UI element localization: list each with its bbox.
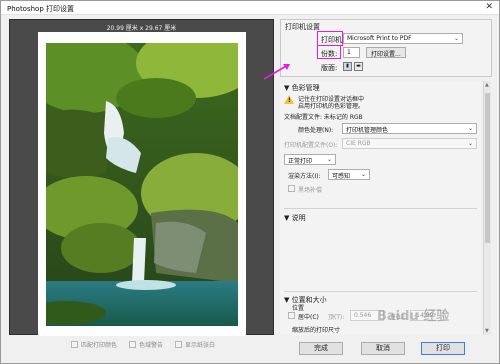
annotation-arrow-icon bbox=[263, 64, 290, 80]
position-size-title[interactable]: ▼ 位置和大小 bbox=[284, 295, 327, 305]
settings-scrollbar[interactable]: ▲ ▼ bbox=[483, 81, 491, 335]
copies-input[interactable]: 1 bbox=[343, 47, 360, 58]
watermark-text: Baidu 经验 bbox=[377, 309, 450, 324]
window-title: Photoshop 打印设置 bbox=[7, 5, 75, 13]
print-button[interactable]: 打印 bbox=[421, 342, 465, 355]
cancel-button[interactable]: 取消 bbox=[361, 342, 405, 355]
waterfall-photo bbox=[46, 43, 238, 326]
print-dialog-window: Photoshop 打印设置 ✕ 20.99 厘米 x 29.67 厘米 匹配打… bbox=[0, 0, 500, 364]
print-settings-button[interactable]: 打印设置... bbox=[366, 47, 406, 58]
scroll-up-icon[interactable]: ▲ bbox=[485, 82, 489, 88]
printer-value: Microsoft Print to PDF bbox=[347, 35, 412, 42]
printer-profile-label: 打印机配置文件(O): bbox=[284, 142, 338, 149]
normal-print-value: 正常打印 bbox=[288, 158, 313, 165]
divider bbox=[284, 291, 477, 292]
landscape-layout-icon[interactable]: ▬ bbox=[354, 62, 363, 71]
printer-settings-title: 打印机设置 bbox=[285, 23, 320, 31]
chevron-down-icon: ⌄ bbox=[453, 35, 459, 42]
color-handling-select[interactable]: 打印机管理颜色 ⌄ bbox=[342, 123, 477, 134]
done-button[interactable]: 完成 bbox=[299, 342, 343, 355]
show-paper-white-option[interactable]: 显示纸张白 bbox=[175, 340, 215, 349]
document-profile-label: 文档配置文件: 未标记的 RGB bbox=[284, 114, 363, 121]
render-intent-value: 可感知 bbox=[332, 173, 351, 180]
layout-label: 版面: bbox=[321, 64, 338, 72]
center-label: 居中(C) bbox=[298, 314, 319, 321]
show-paper-white-label: 显示纸张白 bbox=[185, 342, 216, 349]
chevron-down-icon: ⌄ bbox=[360, 171, 366, 178]
scaled-size-label: 缩放后的打印尺寸 bbox=[292, 327, 341, 334]
match-print-colors-label: 匹配打印颜色 bbox=[81, 342, 118, 349]
gamut-warning-option[interactable]: 色域警告 bbox=[129, 340, 163, 349]
bpc-label: 黑场补偿 bbox=[298, 187, 323, 194]
chevron-down-icon: ⌄ bbox=[467, 125, 473, 132]
scrollbar-thumb[interactable] bbox=[485, 93, 490, 243]
preview-paper bbox=[38, 32, 246, 336]
copies-highlight bbox=[317, 45, 341, 59]
waterfall-image bbox=[46, 43, 238, 326]
color-management-panel: ▼ 色彩管理 ! 记住在打印设置对话框中 启用打印机的色彩管理。 文档配置文件:… bbox=[280, 81, 481, 335]
color-handling-value: 打印机管理颜色 bbox=[346, 127, 389, 134]
position-label: 位置 bbox=[292, 305, 305, 312]
match-print-colors-checkbox[interactable] bbox=[71, 341, 78, 348]
scroll-down-icon[interactable]: ▼ bbox=[485, 328, 489, 334]
chevron-down-icon: ⌄ bbox=[467, 140, 473, 147]
bpc-checkbox[interactable] bbox=[288, 185, 295, 192]
portrait-layout-icon[interactable]: ▮ bbox=[343, 62, 352, 71]
paper-size-label: 20.99 厘米 x 29.67 厘米 bbox=[106, 25, 177, 32]
divider bbox=[284, 208, 477, 209]
gamut-warning-label: 色域警告 bbox=[139, 342, 164, 349]
match-print-colors-option[interactable]: 匹配打印颜色 bbox=[71, 340, 117, 349]
description-title-text: 说明 bbox=[291, 214, 306, 222]
color-handling-label: 颜色处理(N): bbox=[298, 127, 334, 134]
print-preview: 20.99 厘米 x 29.67 厘米 bbox=[9, 19, 274, 336]
title-bar: Photoshop 打印设置 ✕ bbox=[1, 1, 499, 15]
center-checkbox[interactable] bbox=[288, 312, 295, 319]
color-management-title[interactable]: ▼ 色彩管理 bbox=[284, 83, 320, 93]
printer-select[interactable]: Microsoft Print to PDF ⌄ bbox=[343, 33, 463, 44]
render-intent-label: 渲染方法(I): bbox=[288, 173, 321, 180]
printer-settings-panel: 打印机设置 打印机: Microsoft Print to PDF ⌄ 份数: … bbox=[280, 19, 492, 77]
close-icon[interactable]: ✕ bbox=[485, 2, 493, 12]
preview-options: 匹配打印颜色 色域警告 显示纸张白 bbox=[71, 340, 215, 349]
color-management-title-text: 色彩管理 bbox=[291, 84, 320, 92]
warning-mark: ! bbox=[288, 97, 291, 104]
warning-text-line2: 启用打印机的色彩管理。 bbox=[298, 103, 365, 110]
printer-profile-value: CIE RGB bbox=[346, 140, 371, 147]
copies-value: 1 bbox=[347, 49, 351, 56]
top-label: 顶(T): bbox=[328, 314, 345, 321]
gamut-warning-checkbox[interactable] bbox=[129, 341, 137, 348]
printer-highlight bbox=[317, 31, 343, 46]
chevron-down-icon: ⌄ bbox=[326, 156, 332, 163]
top-value: 0.546 bbox=[354, 312, 372, 319]
normal-print-select[interactable]: 正常打印 ⌄ bbox=[284, 154, 336, 165]
render-intent-select[interactable]: 可感知 ⌄ bbox=[328, 169, 370, 180]
show-paper-white-checkbox[interactable] bbox=[175, 341, 183, 348]
printer-profile-select[interactable]: CIE RGB ⌄ bbox=[342, 138, 477, 149]
description-title[interactable]: ▼ 说明 bbox=[284, 213, 306, 223]
